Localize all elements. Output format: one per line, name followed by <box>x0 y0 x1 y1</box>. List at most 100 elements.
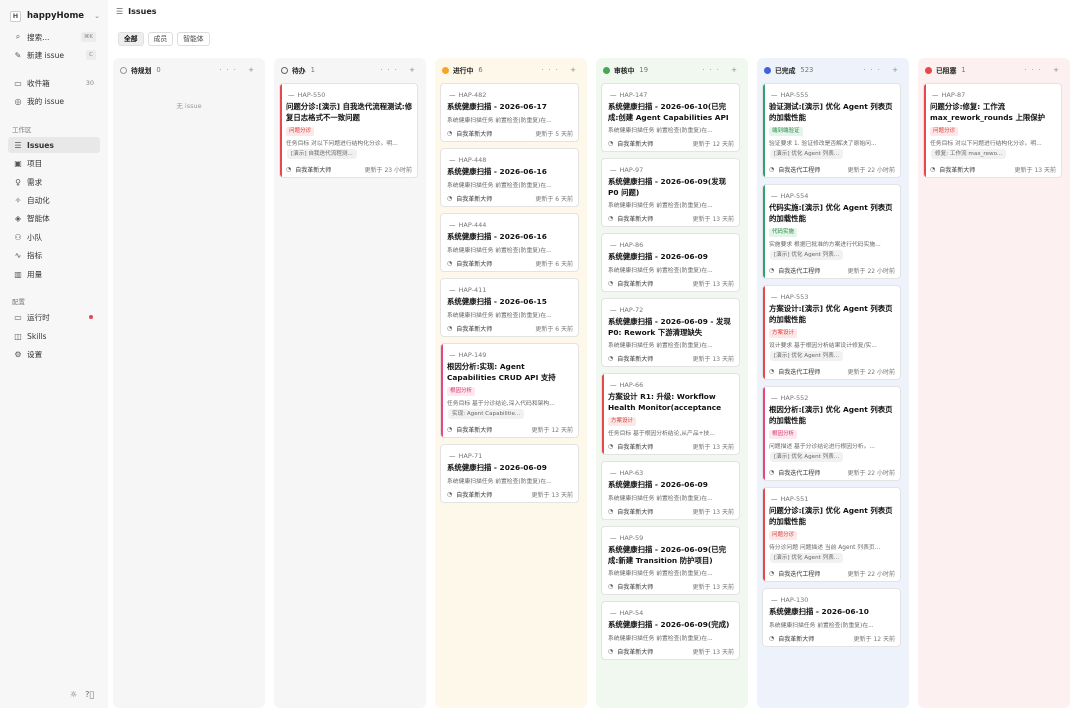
issue-title[interactable]: 系统健康扫描 - 2026-06-15 <box>447 297 575 308</box>
sidebar-item-usage[interactable]: ▥ 用量 <box>8 266 100 282</box>
parent-issue-link[interactable]: [演示] 优化 Agent 列表... <box>770 553 844 563</box>
issue-description: 系统健康扫描任务 前置检查(防重复)在... <box>447 479 552 485</box>
issue-title[interactable]: 方案设计 R1: 升级: Workflow Health Monitor(acc… <box>608 392 736 413</box>
sidebar-item-projects[interactable]: ▣ 项目 <box>8 155 100 171</box>
issue-card[interactable]: HAP-66 方案设计 R1: 升级: Workflow Health Monit… <box>601 373 740 455</box>
theme-toggle-icon[interactable]: ☼ <box>70 690 77 699</box>
sidebar-item-agents[interactable]: ◈ 智能体 <box>8 210 100 226</box>
issue-title[interactable]: 系统健康扫描 - 2026-06-09(发现 P0 问题) <box>608 177 736 198</box>
issue-title[interactable]: 问题分诊:[演示] 自我迭代流程测试:修复日志格式不一致问题 <box>286 102 414 123</box>
issue-title[interactable]: 系统健康扫描 - 2026-06-09(完成) <box>608 620 736 631</box>
workspace-logo: H <box>10 10 21 22</box>
issue-card[interactable]: HAP-482 系统健康扫描 - 2026-06-17 系统健康扫描任务 前置检查(… <box>440 83 579 142</box>
automation-icon: ✧ <box>14 195 22 205</box>
issue-title[interactable]: 系统健康扫描 - 2026-06-09 <box>608 480 736 491</box>
issue-card[interactable]: HAP-550 问题分诊:[演示] 自我迭代流程测试:修复日志格式不一致问题问题分… <box>279 83 418 178</box>
issue-title[interactable]: 系统健康扫描 - 2026-06-09 <box>608 252 736 263</box>
issue-card[interactable]: HAP-71 系统健康扫描 - 2026-06-09 系统健康扫描任务 前置检查(防… <box>440 444 579 503</box>
issue-card[interactable]: HAP-59 系统健康扫描 - 2026-06-09(已完成:新建 Transit… <box>601 526 740 595</box>
parent-issue-link[interactable]: [演示] 优化 Agent 列表... <box>770 250 844 260</box>
workspace-switcher[interactable]: H happyHome ⌄ <box>10 8 100 24</box>
issue-id: HAP-97 <box>610 166 644 174</box>
search-icon: ⌕ <box>15 32 21 41</box>
issue-title[interactable]: 问题分诊:[演示] 优化 Agent 列表页的加载性能 <box>769 506 897 527</box>
issue-card[interactable]: HAP-86 系统健康扫描 - 2026-06-09 系统健康扫描任务 前置检查(防… <box>601 233 740 292</box>
tab-agents[interactable]: 智能体 <box>177 32 210 46</box>
agent-avatar-icon: ◔ <box>608 442 614 450</box>
column-actions[interactable]: ··· + <box>702 66 742 74</box>
issue-card[interactable]: HAP-551 问题分诊:[演示] 优化 Agent 列表页的加载性能问题分诊待分… <box>762 487 901 582</box>
parent-issue-link[interactable]: [演示] 优化 Agent 列表... <box>770 149 844 159</box>
issue-card[interactable]: HAP-87 问题分诊:修复: 工作流 max_rework_rounds 上限保… <box>923 83 1062 178</box>
inbox-count: 30 <box>85 79 94 87</box>
issue-title[interactable]: 根因分析:实现: Agent Capabilities CRUD API 支持(… <box>447 362 575 383</box>
issue-card[interactable]: HAP-553 方案设计:[演示] 优化 Agent 列表页的加载性能方案设计设计… <box>762 285 901 380</box>
column-actions[interactable]: ··· + <box>380 66 420 74</box>
parent-issue-link[interactable]: [演示] 优化 Agent 列表... <box>770 452 844 462</box>
parent-issue-link[interactable]: 修复: 工作流 max_rewo... <box>931 149 1007 159</box>
column-header: 待规划 0 ··· + <box>120 64 259 76</box>
sidebar-item-issues[interactable]: ☰ Issues <box>8 137 100 153</box>
issue-tag: 端到端验证 <box>769 127 803 136</box>
issue-title[interactable]: 问题分诊:修复: 工作流 max_rework_rounds 上限保护缺... <box>930 102 1058 123</box>
issue-tag: 方案设计 <box>608 417 637 426</box>
issue-title[interactable]: 系统健康扫描 - 2026-06-09 - 发现 P0: Rework 下游清理… <box>608 317 736 338</box>
sidebar-item-settings[interactable]: ⚙ 设置 <box>8 346 100 362</box>
tab-members[interactable]: 成员 <box>147 32 174 46</box>
issue-title[interactable]: 系统健康扫描 - 2026-06-09 <box>447 463 575 474</box>
issue-card[interactable]: HAP-97 系统健康扫描 - 2026-06-09(发现 P0 问题) 系统健康扫… <box>601 158 740 227</box>
issue-title[interactable]: 系统健康扫描 - 2026-06-09(已完成:新建 Transition 防护… <box>608 545 736 566</box>
sidebar-item-requirements[interactable]: ♀ 需求 <box>8 174 100 190</box>
issue-id: HAP-482 <box>449 91 487 99</box>
issue-card[interactable]: HAP-72 系统健康扫描 - 2026-06-09 - 发现 P0: Rewor… <box>601 298 740 367</box>
issue-card[interactable]: HAP-411 系统健康扫描 - 2026-06-15 系统健康扫描任务 前置检查(… <box>440 278 579 337</box>
issue-title[interactable]: 系统健康扫描 - 2026-06-10 <box>769 607 897 618</box>
card-footer: ◔ 自我革新大师 更新于 12 天前 <box>447 424 573 434</box>
column-actions[interactable]: ··· + <box>863 66 903 74</box>
search-button[interactable]: ⌕ 搜索... ⌘K <box>8 29 100 45</box>
new-issue-button[interactable]: ✎ 新建 issue C <box>8 47 100 63</box>
card-accent-bar <box>763 84 765 177</box>
issue-card[interactable]: HAP-554 代码实施:[演示] 优化 Agent 列表页的加载性能代码实施实施… <box>762 184 901 279</box>
status-icon <box>120 66 127 74</box>
sidebar-item-squads[interactable]: ⚇ 小队 <box>8 229 100 245</box>
sidebar-item-runtime[interactable]: ▭ 运行时 <box>8 309 100 325</box>
issue-title[interactable]: 系统健康扫描 - 2026-06-16 <box>447 232 575 243</box>
issue-card[interactable]: HAP-444 系统健康扫描 - 2026-06-16 系统健康扫描任务 前置检查(… <box>440 213 579 272</box>
issue-title[interactable]: 验证测试:[演示] 优化 Agent 列表页的加载性能 <box>769 102 897 123</box>
issue-id: HAP-551 <box>771 495 809 503</box>
issue-title[interactable]: 方案设计:[演示] 优化 Agent 列表页的加载性能 <box>769 304 897 325</box>
sidebar-item-automation[interactable]: ✧ 自动化 <box>8 192 100 208</box>
issue-title[interactable]: 系统健康扫描 - 2026-06-17 <box>447 102 575 113</box>
issue-card[interactable]: HAP-149 根因分析:实现: Agent Capabilities CRUD … <box>440 343 579 438</box>
issue-card[interactable]: HAP-147 系统健康扫描 - 2026-06-10(已完成:创建 Agent … <box>601 83 740 152</box>
card-footer: ◔ 自我迭代工程师 更新于 22 小时前 <box>769 366 895 376</box>
issue-title[interactable]: 系统健康扫描 - 2026-06-16 <box>447 167 575 178</box>
issue-description: 任务目标 基于分诊结论,深入代码和架构... <box>447 401 555 407</box>
parent-issue-link[interactable]: [演示] 自我迭代流程测... <box>287 149 357 159</box>
issue-title[interactable]: 代码实施:[演示] 优化 Agent 列表页的加载性能 <box>769 203 897 224</box>
sidebar-item-label: 设置 <box>27 349 43 359</box>
issue-card[interactable]: HAP-448 系统健康扫描 - 2026-06-16 系统健康扫描任务 前置检查(… <box>440 148 579 207</box>
parent-issue-link[interactable]: 实现: Agent Capabilitie... <box>448 409 525 419</box>
issue-card[interactable]: HAP-552 根因分析:[演示] 优化 Agent 列表页的加载性能根因分析问题… <box>762 386 901 481</box>
help-icon[interactable]: ?⃝ <box>85 690 94 699</box>
tab-all[interactable]: 全部 <box>118 32 144 46</box>
issue-card[interactable]: HAP-130 系统健康扫描 - 2026-06-10 系统健康扫描任务 前置检查(… <box>762 588 901 647</box>
column-header: 进行中 6 ··· + <box>442 64 581 76</box>
issue-description: 系统健康扫描任务 前置检查(防重复)在... <box>608 496 713 502</box>
column-actions[interactable]: ··· + <box>541 66 581 74</box>
sidebar-item-inbox[interactable]: ▭ 收件箱 30 <box>8 75 100 91</box>
issue-card[interactable]: HAP-555 验证测试:[演示] 优化 Agent 列表页的加载性能端到端验证验… <box>762 83 901 178</box>
sidebar-item-my-issues[interactable]: ◎ 我的 issue <box>8 93 100 109</box>
issue-card[interactable]: HAP-54 系统健康扫描 - 2026-06-09(完成) 系统健康扫描任务 前置… <box>601 601 740 660</box>
column-actions[interactable]: ··· + <box>1024 66 1064 74</box>
column-actions[interactable]: ··· + <box>219 66 259 74</box>
sidebar-item-metrics[interactable]: ∿ 指标 <box>8 247 100 263</box>
issue-title[interactable]: 系统健康扫描 - 2026-06-10(已完成:创建 Agent Capabil… <box>608 102 736 123</box>
parent-issue-link[interactable]: [演示] 优化 Agent 列表... <box>770 351 844 361</box>
issue-card[interactable]: HAP-63 系统健康扫描 - 2026-06-09 系统健康扫描任务 前置检查(防… <box>601 461 740 520</box>
sidebar-item-skills[interactable]: ◫ Skills <box>8 328 100 344</box>
updated-time: 更新于 22 小时前 <box>847 166 895 174</box>
issue-title[interactable]: 根因分析:[演示] 优化 Agent 列表页的加载性能 <box>769 405 897 426</box>
